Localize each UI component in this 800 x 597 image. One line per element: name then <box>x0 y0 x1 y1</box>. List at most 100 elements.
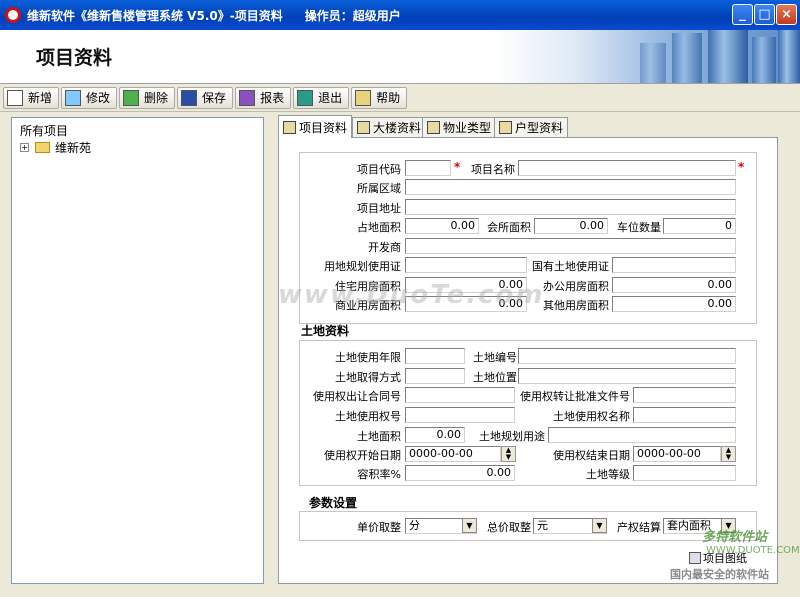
tab-building-info[interactable]: 大楼资料 <box>352 117 427 137</box>
plot-ratio-input[interactable]: 0.00 <box>405 465 515 481</box>
land-number-input[interactable] <box>518 348 736 364</box>
land-method-input[interactable] <box>405 368 465 384</box>
exit-button-label: 退出 <box>318 91 343 105</box>
settlement-label: 产权结算 <box>617 521 661 534</box>
building-graphic <box>778 30 800 83</box>
address-input[interactable] <box>405 199 736 215</box>
start-date-input[interactable]: 0000-00-00 <box>405 446 501 462</box>
land-area-size-input[interactable]: 0.00 <box>405 427 465 443</box>
land-grade-input[interactable] <box>633 465 736 481</box>
edit-button[interactable]: 修改 <box>61 86 118 109</box>
land-right-name-input[interactable] <box>633 407 736 423</box>
help-icon <box>355 89 372 106</box>
land-grade-label: 土地等级 <box>586 468 630 481</box>
report-button[interactable]: 报表 <box>235 86 292 109</box>
start-date-spinner[interactable]: ▲ ▼ <box>501 446 516 462</box>
tree-child-label: 维新苑 <box>55 141 92 155</box>
dropdown-arrow-icon[interactable]: ▼ <box>462 518 477 533</box>
report-icon <box>239 89 256 106</box>
close-button[interactable]: × <box>776 4 797 25</box>
planning-use-input[interactable] <box>548 427 736 443</box>
developer-input[interactable] <box>405 238 736 254</box>
building-graphic <box>640 43 666 83</box>
plot-ratio-label: 容积率% <box>357 468 401 481</box>
house-icon <box>283 120 296 134</box>
report-button-label: 报表 <box>260 91 285 105</box>
exit-icon <box>297 89 314 106</box>
land-location-input[interactable] <box>518 368 736 384</box>
tree-root-label: 所有项目 <box>20 124 69 138</box>
region-input[interactable] <box>405 179 736 195</box>
land-right-no-input[interactable] <box>405 407 515 423</box>
delete-button[interactable]: 删除 <box>119 86 176 109</box>
expand-icon[interactable]: + <box>20 143 29 152</box>
club-area-input[interactable]: 0.00 <box>534 218 608 234</box>
end-date-input[interactable]: 0000-00-00 <box>633 446 721 462</box>
land-number-label: 土地编号 <box>473 351 517 364</box>
floorplan-icon <box>499 121 512 134</box>
tree-node-root[interactable]: 所有项目 <box>20 122 68 139</box>
transfer-contract-input[interactable] <box>405 387 515 403</box>
delete-button-label: 删除 <box>144 91 169 105</box>
tab-unit-type[interactable]: 户型资料 <box>494 117 569 137</box>
land-years-input[interactable] <box>405 348 465 364</box>
state-land-cert-input[interactable] <box>612 257 736 273</box>
land-area-label: 占地面积 <box>357 221 401 234</box>
project-name-input[interactable] <box>518 160 736 176</box>
tab-property-type[interactable]: 物业类型 <box>422 117 497 137</box>
total-price-rounding-label: 总价取整 <box>487 521 531 534</box>
project-code-input[interactable] <box>405 160 451 176</box>
minimize-button[interactable]: _ <box>732 4 753 25</box>
transfer-approval-input[interactable] <box>633 387 736 403</box>
title-bar[interactable]: 维新软件《维新售楼管理系统 V5.0》-项目资料 操作员：超级用户 _ □ × <box>0 0 800 30</box>
project-code-label: 项目代码 <box>357 163 401 176</box>
toolbar: 新增 修改 删除 保存 报表 退出 帮助 <box>0 84 800 112</box>
land-area-input[interactable]: 0.00 <box>405 218 479 234</box>
page-title: 项目资料 <box>36 47 113 69</box>
app-logo-icon <box>5 7 21 23</box>
state-land-cert-label: 国有土地使用证 <box>532 260 609 273</box>
transfer-contract-label: 使用权出让合同号 <box>313 390 401 403</box>
land-location-label: 土地位置 <box>473 371 517 384</box>
save-button[interactable]: 保存 <box>177 86 234 109</box>
help-button-label: 帮助 <box>376 91 401 105</box>
land-right-name-label: 土地使用权名称 <box>553 410 630 423</box>
planning-use-label: 土地规划用途 <box>479 430 545 443</box>
new-icon <box>7 89 23 106</box>
save-icon <box>181 89 198 106</box>
maximize-button[interactable]: □ <box>754 4 775 25</box>
office-area-input[interactable]: 0.00 <box>612 277 736 293</box>
other-area-input[interactable]: 0.00 <box>612 296 736 312</box>
tab-label: 大楼资料 <box>373 121 422 135</box>
developer-label: 开发商 <box>368 241 401 254</box>
building-graphic <box>672 33 702 83</box>
tree-node-weixinyuan[interactable]: + 维新苑 <box>20 139 91 156</box>
land-section-title: 土地资料 <box>301 324 350 338</box>
exit-button[interactable]: 退出 <box>293 86 350 109</box>
parking-input[interactable]: 0 <box>663 218 736 234</box>
address-label: 项目地址 <box>357 202 401 215</box>
tab-label: 户型资料 <box>515 121 564 135</box>
tab-label: 项目资料 <box>299 120 348 135</box>
dropdown-arrow-icon[interactable]: ▼ <box>592 518 607 533</box>
end-date-spinner[interactable]: ▲ ▼ <box>721 446 736 462</box>
project-tree[interactable]: 所有项目 + 维新苑 <box>11 117 264 584</box>
logo-slogan: 国内最安全的软件站 <box>670 568 769 581</box>
building-graphic <box>708 30 748 83</box>
tab-label: 物业类型 <box>443 121 492 135</box>
help-button[interactable]: 帮助 <box>351 86 408 109</box>
land-area-size-label: 土地面积 <box>357 430 401 443</box>
logo-text: 多特软件站 <box>702 530 768 545</box>
project-info-panel: 项目代码 * 项目名称 * 所属区域 项目地址 占地面积 0.00 会所面积 0… <box>278 137 778 584</box>
planning-cert-input[interactable] <box>405 257 527 273</box>
land-method-label: 土地取得方式 <box>335 371 401 384</box>
property-icon <box>427 121 440 134</box>
land-years-label: 土地使用年限 <box>335 351 401 364</box>
new-button-label: 新增 <box>28 91 53 105</box>
logo-url: WWW.DUOTE.COM <box>706 545 800 556</box>
new-button[interactable]: 新增 <box>3 86 60 109</box>
parking-label: 车位数量 <box>617 221 661 234</box>
building-icon <box>357 121 370 134</box>
tab-project-info[interactable]: 项目资料 <box>278 115 353 138</box>
transfer-approval-label: 使用权转让批准文件号 <box>520 390 630 403</box>
